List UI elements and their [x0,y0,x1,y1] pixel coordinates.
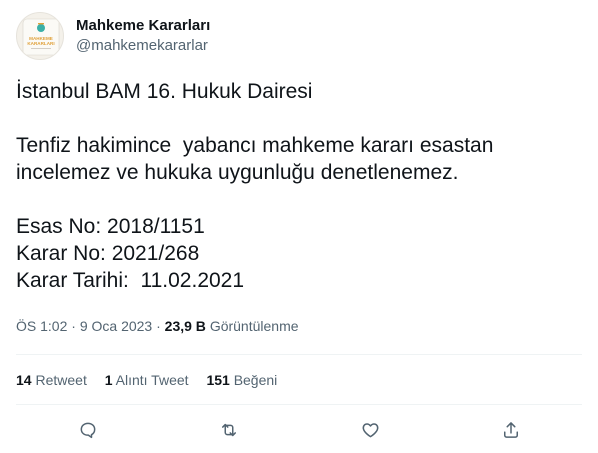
svg-text:KARARLARI: KARARLARI [27,41,54,46]
like-button[interactable] [358,418,382,442]
tweet-stats: 14 Retweet 1 Alıntı Tweet 151 Beğeni [16,370,291,390]
tweet-line [16,186,576,213]
tweet-line: incelemez ve hukuka uygunluğu denetlenem… [16,161,459,184]
reply-icon [80,422,96,439]
tweet-line: Karar Tarihi: 11.02.2021 [16,269,245,292]
tweet-line [16,105,576,132]
author-handle[interactable]: @mahkemekararlar [76,36,208,56]
tweet-header: MAHKEME KARARLARI Mahkeme Kararları @mah… [16,12,576,60]
quote-tweets-stat[interactable]: 1 Alıntı Tweet [105,370,189,390]
retweet-icon [222,423,236,437]
views-count: 23,9 B [164,318,206,334]
tweet-line: Esas No: 2018/1151 [16,215,205,238]
retweet-button[interactable] [217,418,241,442]
likes-stat[interactable]: 151 Beğeni [206,370,277,390]
tweet-line: Tenfiz hakimince yabancı mahkeme kararı … [16,134,494,157]
tweet-line: İstanbul BAM 16. Hukuk Dairesi [16,80,313,103]
divider [16,404,582,405]
tweet-text: İstanbul BAM 16. Hukuk Dairesi Tenfiz ha… [16,78,576,294]
avatar-logo-icon: MAHKEME KARARLARI [22,18,60,56]
retweets-stat[interactable]: 14 Retweet [16,370,87,390]
heart-icon [362,423,378,438]
reply-button[interactable] [76,418,100,442]
share-button[interactable] [499,418,523,442]
tweet-meta: ÖS 1:02 · 9 Oca 2023 · 23,9 B Görüntülen… [16,318,299,334]
tweet-actions [0,410,598,450]
avatar[interactable]: MAHKEME KARARLARI [16,12,64,60]
tweet-line: Karar No: 2021/268 [16,242,200,265]
tweet-time[interactable]: ÖS 1:02 [16,318,67,334]
author-display-name[interactable]: Mahkeme Kararları [76,16,210,36]
tweet-date[interactable]: 9 Oca 2023 [80,318,152,334]
share-icon [504,422,518,438]
divider [16,354,582,355]
views-label: Görüntülenme [209,318,299,334]
